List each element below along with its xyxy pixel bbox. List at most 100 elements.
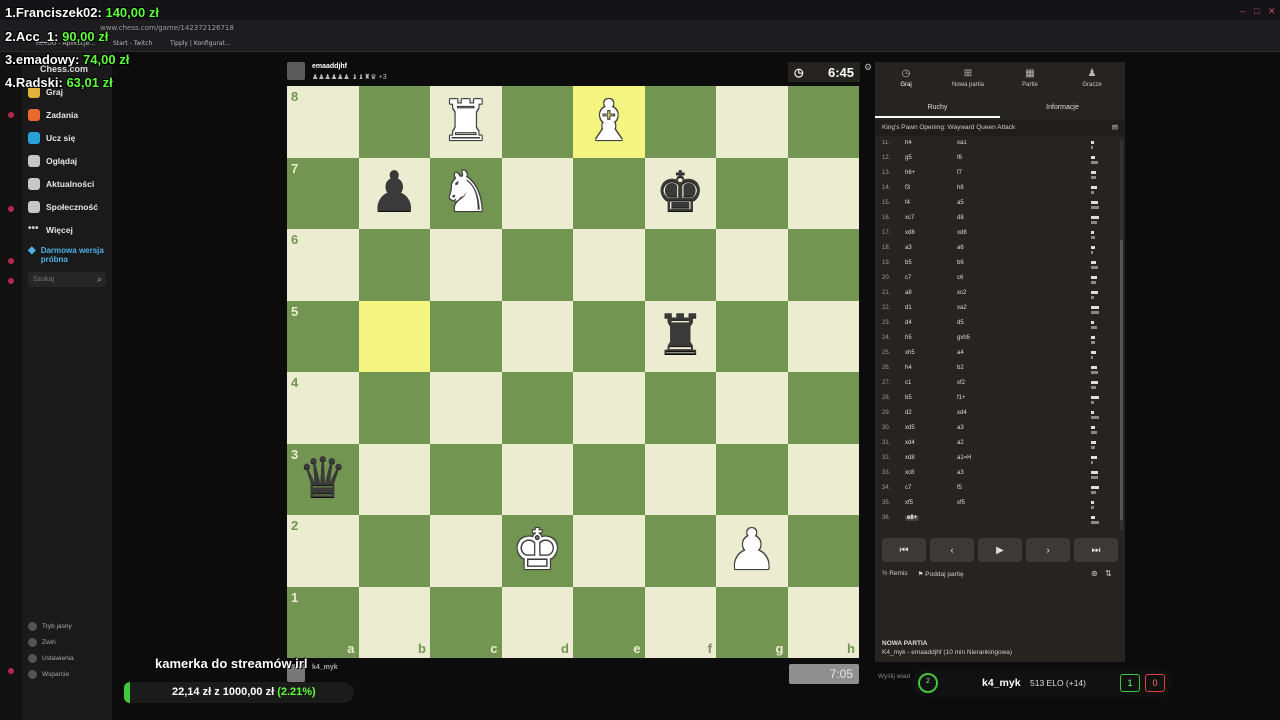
- first-move-button[interactable]: ⏮: [882, 538, 926, 562]
- move-row[interactable]: 34. c7 f5: [875, 485, 1119, 500]
- square-d4[interactable]: [501, 372, 573, 444]
- black-move[interactable]: d5: [957, 320, 964, 326]
- flip-board-icon[interactable]: ⇅: [1105, 569, 1112, 578]
- move-row[interactable]: 20. c7 c6: [875, 275, 1119, 290]
- move-row[interactable]: 17. xd8 xd8: [875, 230, 1119, 245]
- square-a5[interactable]: 5: [287, 300, 359, 372]
- white-move[interactable]: xd8: [905, 455, 915, 461]
- rail-dot[interactable]: [8, 668, 14, 674]
- square-h7[interactable]: [787, 157, 859, 229]
- square-c4[interactable]: [430, 372, 502, 444]
- square-f6[interactable]: [644, 229, 716, 301]
- square-h8[interactable]: [787, 86, 859, 158]
- move-row[interactable]: 35. xf5 xf5: [875, 500, 1119, 515]
- move-row[interactable]: 36. e8+: [875, 515, 1119, 530]
- sidebar-item-learn[interactable]: Ucz się: [28, 130, 112, 146]
- white-move[interactable]: xd4: [905, 440, 915, 446]
- support-link[interactable]: Wsparcie: [28, 670, 69, 679]
- square-e3[interactable]: [573, 443, 645, 515]
- rail-dot[interactable]: [8, 112, 14, 118]
- square-d8[interactable]: [501, 86, 573, 158]
- white-move[interactable]: h4: [905, 140, 912, 146]
- chat-input[interactable]: Wyślij wiad: [878, 673, 910, 680]
- black-move[interactable]: b2: [957, 365, 964, 371]
- square-h6[interactable]: [787, 229, 859, 301]
- square-c2[interactable]: [430, 515, 502, 587]
- move-row[interactable]: 15. f4 a5: [875, 200, 1119, 215]
- square-h1[interactable]: h: [787, 586, 859, 658]
- draw-button[interactable]: ½ Remis: [882, 570, 908, 578]
- black-king-icon[interactable]: ♚: [645, 158, 717, 230]
- move-row[interactable]: 13. h6+ f7: [875, 170, 1119, 185]
- collapse-button[interactable]: Zwiń: [28, 638, 56, 647]
- chess-board[interactable]: 8 7 6 5 4 3 2 1 a b c d e f g h ♜ ♝ ♟ ♞ ♚ ♜ ♛ ♚ ♟: [287, 86, 859, 658]
- white-move[interactable]: c7: [905, 275, 911, 281]
- sidebar-item-community[interactable]: Społeczność: [28, 199, 112, 215]
- square-h2[interactable]: [787, 515, 859, 587]
- square-b5[interactable]: [358, 300, 430, 372]
- white-move[interactable]: xh5: [905, 350, 915, 356]
- white-move[interactable]: f3: [905, 185, 910, 191]
- move-row[interactable]: 19. b5 b6: [875, 260, 1119, 275]
- square-b3[interactable]: [358, 443, 430, 515]
- white-move[interactable]: xc8: [905, 470, 914, 476]
- white-move[interactable]: d2: [905, 410, 912, 416]
- black-move[interactable]: xa2: [957, 305, 967, 311]
- white-move[interactable]: h4: [905, 365, 912, 371]
- sidebar-item-more[interactable]: ••• Więcej: [28, 222, 112, 238]
- sidebar-item-watch[interactable]: Oglądaj: [28, 153, 112, 169]
- white-move[interactable]: d1: [905, 305, 912, 311]
- black-queen-icon[interactable]: ♛: [287, 444, 359, 516]
- white-move[interactable]: a3: [905, 245, 912, 251]
- white-king-icon[interactable]: ♚: [502, 515, 574, 587]
- white-move[interactable]: xd8: [905, 230, 915, 236]
- move-row[interactable]: 31. xd4 a2: [875, 440, 1119, 455]
- white-move[interactable]: a8: [905, 290, 912, 296]
- last-move-button[interactable]: ⏭: [1074, 538, 1118, 562]
- tab-play[interactable]: ◷ Graj: [875, 68, 937, 88]
- white-move[interactable]: g5: [905, 155, 912, 161]
- white-bishop-icon[interactable]: ♝: [573, 86, 645, 158]
- white-move[interactable]: b5: [905, 395, 912, 401]
- square-c5[interactable]: [430, 300, 502, 372]
- bookmark-2[interactable]: Start - Twitch: [113, 40, 152, 47]
- white-move[interactable]: xf5: [905, 500, 913, 506]
- black-move[interactable]: xf5: [957, 500, 965, 506]
- square-e7[interactable]: [573, 157, 645, 229]
- square-f4[interactable]: [644, 372, 716, 444]
- square-a8[interactable]: 8: [287, 86, 359, 158]
- white-move[interactable]: xc7: [905, 215, 914, 221]
- white-move[interactable]: f4: [905, 200, 910, 206]
- previous-move-button[interactable]: ‹: [930, 538, 974, 562]
- sidebar-item-news[interactable]: Aktualności: [28, 176, 112, 192]
- square-d5[interactable]: [501, 300, 573, 372]
- black-move[interactable]: xf2: [957, 380, 965, 386]
- white-move[interactable]: c7: [905, 485, 911, 491]
- minimize-icon[interactable]: –: [1240, 6, 1245, 16]
- square-a6[interactable]: 6: [287, 229, 359, 301]
- black-move[interactable]: a3: [957, 470, 964, 476]
- black-move[interactable]: c6: [957, 275, 963, 281]
- white-pawn-icon[interactable]: ♟: [716, 515, 788, 587]
- browser-tabstrip[interactable]: [0, 0, 1280, 20]
- square-g6[interactable]: [716, 229, 788, 301]
- move-row[interactable]: 16. xc7 d8: [875, 215, 1119, 230]
- move-row[interactable]: 18. a3 a6: [875, 245, 1119, 260]
- black-move[interactable]: a6: [957, 245, 964, 251]
- square-f1[interactable]: f: [644, 586, 716, 658]
- black-move[interactable]: xd8: [957, 230, 967, 236]
- square-g7[interactable]: [716, 157, 788, 229]
- move-row[interactable]: 28. b5 f1+: [875, 395, 1119, 410]
- black-move[interactable]: d8: [957, 215, 964, 221]
- square-f3[interactable]: [644, 443, 716, 515]
- black-move[interactable]: a5: [957, 200, 964, 206]
- square-b6[interactable]: [358, 229, 430, 301]
- black-move[interactable]: a3: [957, 425, 964, 431]
- square-a7[interactable]: 7: [287, 157, 359, 229]
- black-move[interactable]: xa1: [957, 140, 967, 146]
- square-a4[interactable]: 4: [287, 372, 359, 444]
- play-button[interactable]: ▶: [978, 538, 1022, 562]
- square-h3[interactable]: [787, 443, 859, 515]
- square-b4[interactable]: [358, 372, 430, 444]
- settings-gear-icon[interactable]: ⚙: [864, 62, 872, 73]
